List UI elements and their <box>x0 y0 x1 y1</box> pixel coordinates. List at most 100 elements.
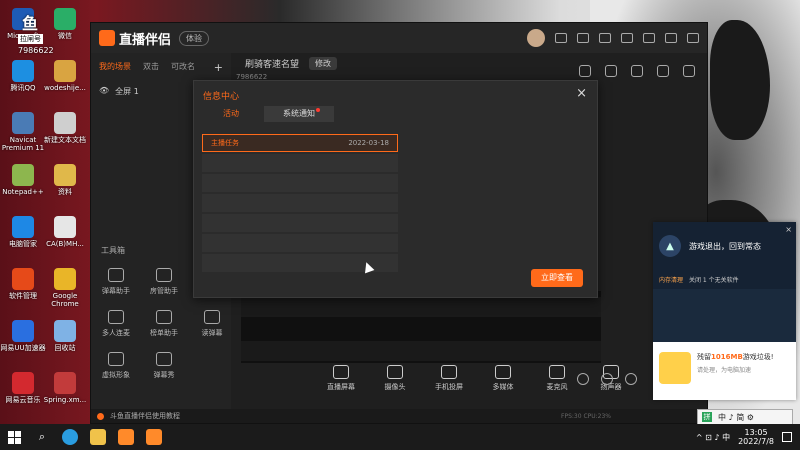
scene-tabs: 我的场景 双击 可改名 + <box>91 53 231 82</box>
message-row[interactable] <box>202 234 398 252</box>
app-icon <box>12 372 34 394</box>
tool-item[interactable]: 弹幕助手 <box>93 268 139 296</box>
start-button[interactable] <box>0 424 28 450</box>
app-icon <box>12 320 34 342</box>
notification-center-icon[interactable] <box>782 432 792 442</box>
desktop-icon[interactable]: 网易云音乐 <box>0 372 46 404</box>
message-icon[interactable] <box>577 33 589 43</box>
desktop-icon[interactable]: 回收站 <box>42 320 88 352</box>
edge-icon[interactable] <box>56 424 84 450</box>
eye-icon[interactable]: 👁 <box>99 86 109 97</box>
search-icon[interactable]: ⌕ <box>28 424 56 450</box>
desktop-icon[interactable]: 电脑管家 <box>0 216 46 248</box>
desktop-icon[interactable]: 腾讯QQ <box>0 60 46 92</box>
message-row[interactable] <box>202 174 398 192</box>
settings-icon[interactable] <box>625 373 637 385</box>
source-icon <box>333 365 349 379</box>
camera-icon[interactable] <box>577 373 589 385</box>
desktop-icon-label: wodeshije... <box>44 84 86 92</box>
tool-item[interactable]: 多人连麦 <box>93 310 139 338</box>
bottom-right-controls <box>577 373 637 385</box>
tab-activity[interactable]: 活动 <box>202 106 260 122</box>
desktop-icon[interactable]: 软件管理 <box>0 268 46 300</box>
message-row[interactable] <box>202 194 398 212</box>
desktop-icon-label: Spring.xm... <box>43 396 87 404</box>
dialog-close-icon[interactable]: × <box>576 86 587 101</box>
lock-icon[interactable] <box>605 65 617 77</box>
tool-label: 虚拟形象 <box>102 371 130 379</box>
message-row[interactable] <box>202 154 398 172</box>
desktop-icon[interactable]: CA(B)MH... <box>42 216 88 248</box>
tool-label: 弹幕助手 <box>102 287 130 295</box>
source-button[interactable]: 麦克风 <box>537 365 577 392</box>
maximize-icon[interactable] <box>665 33 677 43</box>
live-app-taskbar-icon[interactable] <box>112 424 140 450</box>
record-icon[interactable] <box>631 65 643 77</box>
app-icon <box>12 112 34 134</box>
minimize-icon[interactable] <box>643 33 655 43</box>
source-button[interactable]: 直播屏幕 <box>321 365 361 392</box>
desktop-icon[interactable]: Spring.xm... <box>42 372 88 404</box>
preview-canvas[interactable] <box>241 291 601 363</box>
notification-close-icon[interactable]: × <box>785 225 792 234</box>
ime-status[interactable]: 中 ♪ 简 ⚙ <box>718 412 754 423</box>
system-tray: ^ ⊡ ♪ 中 13:05 2022/7/8 <box>696 428 800 446</box>
file-explorer-icon[interactable] <box>84 424 112 450</box>
junk-clean-footer[interactable]: 残留1016MB游戏垃圾! 请处理，为电脑加速 <box>653 342 796 400</box>
message-date: 2022-03-18 <box>348 139 389 147</box>
live-app-taskbar-icon-2[interactable] <box>140 424 168 450</box>
clock-date: 2022/7/8 <box>738 437 774 446</box>
desktop-icon[interactable]: 网易UU加速器 <box>0 320 46 352</box>
tool-item[interactable]: 虚拟形象 <box>93 352 139 380</box>
desktop-icon[interactable]: Google Chrome <box>42 268 88 308</box>
close-icon[interactable] <box>687 33 699 43</box>
ime-toolbar[interactable]: 拼 中 ♪ 简 ⚙ <box>697 409 793 425</box>
gift-icon[interactable] <box>599 33 611 43</box>
brand-name: 直播伴侣 <box>119 32 172 48</box>
desktop-icon[interactable]: 资料 <box>42 164 88 196</box>
tab-my-scenes[interactable]: 我的场景 <box>99 61 131 74</box>
scene-label: 全屏 1 <box>115 87 139 96</box>
status-bar: 斗鱼直播伴侣使用教程 FPS:30 CPU:23% <box>91 409 707 423</box>
desktop-icon-label: 电脑管家 <box>9 240 37 248</box>
desktop-icon[interactable]: Notepad++ <box>0 164 46 196</box>
source-button[interactable]: 摄像头 <box>375 365 415 392</box>
share-icon[interactable] <box>683 65 695 77</box>
tool-item[interactable]: 弹幕秀 <box>141 352 187 380</box>
tutorial-link[interactable]: 斗鱼直播伴侣使用教程 <box>110 411 180 421</box>
desktop-icon-label: 腾讯QQ <box>10 84 36 92</box>
tab-double-click[interactable]: 双击 <box>143 61 159 74</box>
view-now-button[interactable]: 立即查看 <box>531 269 583 287</box>
junk-summary: 残留1016MB游戏垃圾! <box>697 353 774 361</box>
tab-system-notice[interactable]: 系统通知 <box>264 106 334 122</box>
tool-icon <box>156 352 172 366</box>
game-exit-notification: ▲ 游戏退出，回到常态 × 内存清理 关闭 1 个无关软件 残留1016MB游戏… <box>653 222 796 400</box>
source-icon <box>441 365 457 379</box>
mail-icon[interactable] <box>555 33 567 43</box>
eye-toggle-icon[interactable] <box>601 373 613 385</box>
store-icon[interactable] <box>579 65 591 77</box>
dialog-tabs: 活动 系统通知 <box>202 106 334 122</box>
avatar[interactable] <box>527 29 545 47</box>
version-badge[interactable]: 体验 <box>179 30 210 46</box>
tab-rename[interactable]: 可改名 <box>171 61 195 74</box>
tool-item[interactable]: 读弹幕 <box>189 310 235 338</box>
tool-item[interactable]: 房管助手 <box>141 268 187 296</box>
toolbox-title: 工具箱 <box>101 246 125 255</box>
source-button[interactable]: 手机投屏 <box>429 365 469 392</box>
clock[interactable]: 13:05 2022/7/8 <box>738 428 774 446</box>
source-button[interactable]: 多媒体 <box>483 365 523 392</box>
edit-title-button[interactable]: 修改 <box>309 56 338 70</box>
desktop-icon[interactable]: wodeshije... <box>42 60 88 92</box>
message-row[interactable]: 主播任务 2022-03-18 <box>202 134 398 152</box>
desktop-icon-label: Navicat Premium 11 <box>1 136 45 153</box>
tray-icons[interactable]: ^ ⊡ ♪ 中 <box>696 432 730 443</box>
desktop-icon[interactable]: 新建文本文档 <box>42 112 88 144</box>
menu-icon[interactable] <box>621 33 633 43</box>
desktop-icon[interactable]: Navicat Premium 11 <box>0 112 46 152</box>
tool-item[interactable]: 榜单助手 <box>141 310 187 338</box>
desktop-icon[interactable]: 微信 <box>42 8 88 40</box>
bell-icon[interactable] <box>657 65 669 77</box>
message-row[interactable] <box>202 214 398 232</box>
add-scene-icon[interactable]: + <box>214 61 223 74</box>
